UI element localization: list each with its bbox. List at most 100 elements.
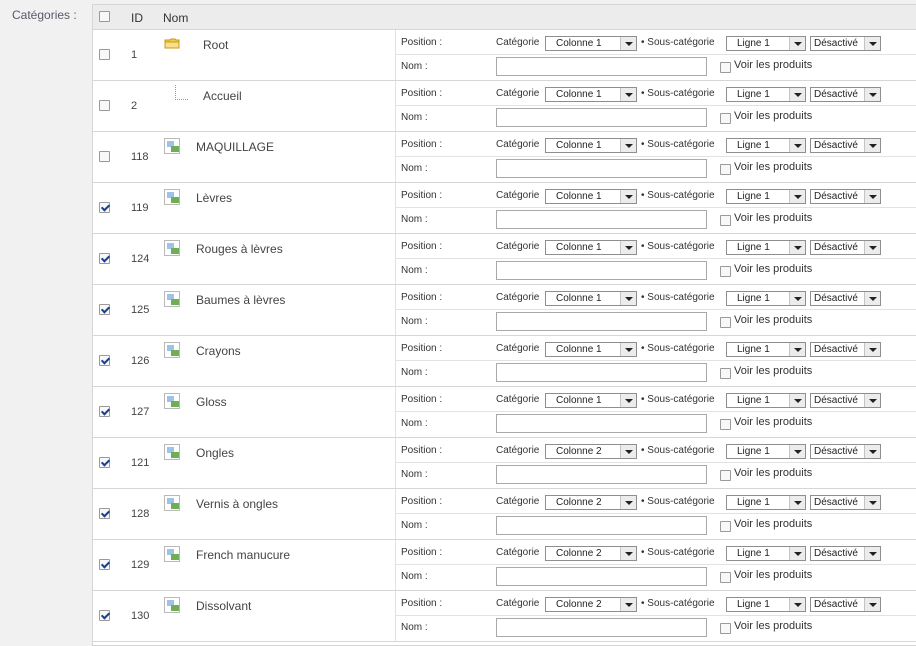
nom-input[interactable] [496, 618, 707, 637]
etat-select[interactable]: Désactivé [810, 291, 881, 306]
etat-select[interactable]: Désactivé [810, 597, 881, 612]
etat-select[interactable]: Désactivé [810, 342, 881, 357]
row-options: Position : Catégorie Colonne 1 • Sous-ca… [395, 285, 916, 335]
etat-select[interactable]: Désactivé [810, 444, 881, 459]
nom-input[interactable] [496, 516, 707, 535]
colonne-select[interactable]: Colonne 1 [545, 87, 637, 102]
voir-produits-checkbox[interactable] [720, 521, 731, 532]
nom-input[interactable] [496, 465, 707, 484]
bullet: • [641, 547, 645, 558]
voir-produits-checkbox[interactable] [720, 215, 731, 226]
voir-produits-checkbox[interactable] [720, 62, 731, 73]
voir-produits-checkbox[interactable] [720, 368, 731, 379]
ligne-select-value: Ligne 1 [737, 242, 770, 253]
ligne-select[interactable]: Ligne 1 [726, 291, 806, 306]
colonne-select[interactable]: Colonne 2 [545, 546, 637, 561]
row-checkbox[interactable] [99, 457, 110, 468]
ligne-select[interactable]: Ligne 1 [726, 597, 806, 612]
nom-input[interactable] [496, 210, 707, 229]
row-checkbox[interactable] [99, 100, 110, 111]
ligne-select[interactable]: Ligne 1 [726, 138, 806, 153]
position-label: Position : [401, 139, 443, 150]
colonne-select[interactable]: Colonne 1 [545, 189, 637, 204]
ligne-select[interactable]: Ligne 1 [726, 495, 806, 510]
nom-label: Nom : [401, 571, 428, 582]
etat-select[interactable]: Désactivé [810, 138, 881, 153]
ligne-select[interactable]: Ligne 1 [726, 189, 806, 204]
colonne-select-value: Colonne 1 [556, 242, 602, 253]
row-id: 125 [131, 304, 150, 316]
categorie-label: Catégorie [496, 292, 540, 303]
row-checkbox[interactable] [99, 559, 110, 570]
etat-select[interactable]: Désactivé [810, 240, 881, 255]
voir-produits-checkbox[interactable] [720, 470, 731, 481]
colonne-select[interactable]: Colonne 2 [545, 495, 637, 510]
ligne-select[interactable]: Ligne 1 [726, 342, 806, 357]
colonne-select-value: Colonne 1 [556, 293, 602, 304]
ligne-select[interactable]: Ligne 1 [726, 87, 806, 102]
etat-select[interactable]: Désactivé [810, 393, 881, 408]
table-row-125: 125 Baumes à lèvres Position : Catégorie… [93, 285, 916, 336]
row-id: 118 [131, 151, 149, 163]
row-checkbox[interactable] [99, 406, 110, 417]
nom-input[interactable] [496, 414, 707, 433]
row-checkbox[interactable] [99, 610, 110, 621]
row-id: 128 [131, 508, 150, 520]
bullet: • [641, 394, 645, 405]
voir-produits-checkbox[interactable] [720, 113, 731, 124]
etat-select[interactable]: Désactivé [810, 546, 881, 561]
nom-input[interactable] [496, 312, 707, 331]
table-row-118: 118 MAQUILLAGE Position : Catégorie Colo… [93, 132, 916, 183]
voir-produits-checkbox[interactable] [720, 164, 731, 175]
nom-input[interactable] [496, 261, 707, 280]
colonne-select[interactable]: Colonne 2 [545, 597, 637, 612]
nom-input[interactable] [496, 567, 707, 586]
nom-input[interactable] [496, 159, 707, 178]
etat-select[interactable]: Désactivé [810, 189, 881, 204]
ligne-select[interactable]: Ligne 1 [726, 240, 806, 255]
colonne-select[interactable]: Colonne 1 [545, 342, 637, 357]
table-row-127: 127 Gloss Position : Catégorie Colonne 1… [93, 387, 916, 438]
row-checkbox[interactable] [99, 151, 110, 162]
voir-produits-checkbox[interactable] [720, 317, 731, 328]
chevron-down-icon [789, 88, 805, 101]
row-checkbox[interactable] [99, 253, 110, 264]
colonne-select[interactable]: Colonne 1 [545, 393, 637, 408]
voir-produits-label: Voir les produits [734, 314, 813, 326]
row-checkbox[interactable] [99, 49, 110, 60]
row-checkbox[interactable] [99, 355, 110, 366]
row-checkbox[interactable] [99, 508, 110, 519]
ligne-select[interactable]: Ligne 1 [726, 444, 806, 459]
broken-image-icon [164, 240, 180, 256]
chevron-down-icon [620, 445, 636, 458]
etat-select[interactable]: Désactivé [810, 36, 881, 51]
row-checkbox[interactable] [99, 304, 110, 315]
chevron-down-icon [789, 190, 805, 203]
voir-produits-label: Voir les produits [734, 59, 813, 71]
row-options: Position : Catégorie Colonne 2 • Sous-ca… [395, 591, 916, 641]
colonne-select[interactable]: Colonne 1 [545, 138, 637, 153]
nom-input[interactable] [496, 57, 707, 76]
ligne-select-value: Ligne 1 [737, 89, 770, 100]
sous-categorie-label: • Sous-catégorie [641, 241, 715, 252]
colonne-select[interactable]: Colonne 1 [545, 36, 637, 51]
ligne-select[interactable]: Ligne 1 [726, 393, 806, 408]
voir-produits-checkbox[interactable] [720, 419, 731, 430]
select-all-checkbox[interactable] [99, 11, 110, 22]
position-label: Position : [401, 37, 443, 48]
voir-produits-checkbox[interactable] [720, 266, 731, 277]
ligne-select[interactable]: Ligne 1 [726, 36, 806, 51]
sous-categorie-label: • Sous-catégorie [641, 598, 715, 609]
etat-select[interactable]: Désactivé [810, 495, 881, 510]
row-checkbox[interactable] [99, 202, 110, 213]
etat-select[interactable]: Désactivé [810, 87, 881, 102]
colonne-select[interactable]: Colonne 1 [545, 240, 637, 255]
row-options: Position : Catégorie Colonne 2 • Sous-ca… [395, 438, 916, 488]
voir-produits-checkbox[interactable] [720, 572, 731, 583]
colonne-select[interactable]: Colonne 2 [545, 444, 637, 459]
nom-input[interactable] [496, 363, 707, 382]
nom-input[interactable] [496, 108, 707, 127]
ligne-select[interactable]: Ligne 1 [726, 546, 806, 561]
voir-produits-checkbox[interactable] [720, 623, 731, 634]
colonne-select[interactable]: Colonne 1 [545, 291, 637, 306]
